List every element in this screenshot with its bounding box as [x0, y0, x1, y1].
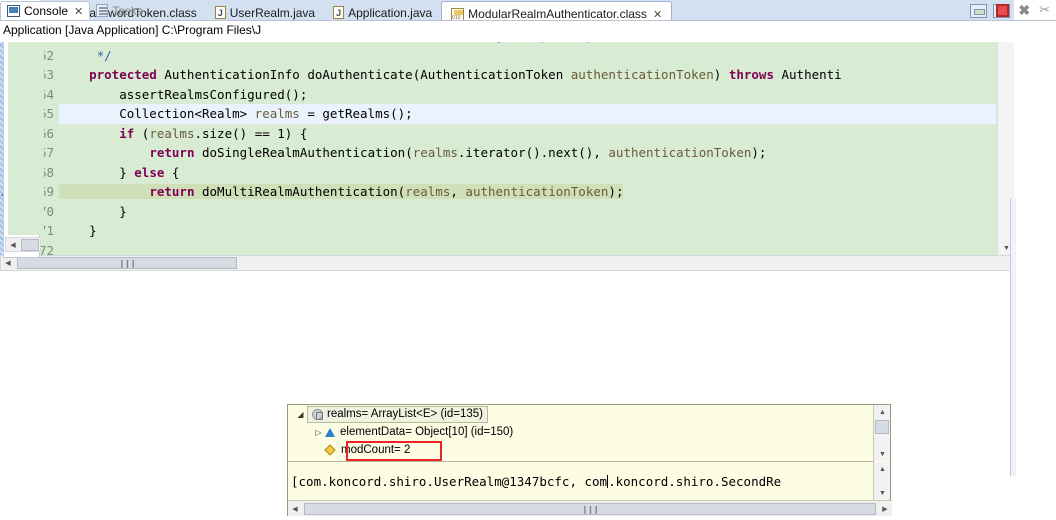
tab-console[interactable]: Console ✕ [0, 1, 91, 20]
code-line: return doSingleRealmAuthentication(realm… [149, 145, 767, 160]
popup-row-elementdata[interactable]: ▷ elementData= Object[10] (id=150) [288, 423, 874, 441]
expand-twisty[interactable]: ▷ [312, 428, 325, 437]
editor-code-lines[interactable]: * for the given principal and credential… [59, 26, 996, 255]
scroll-up-arrow[interactable]: ▲ [874, 462, 891, 476]
console-icon [7, 5, 20, 17]
popup-value-scrollbar[interactable]: ▲ ▼ [873, 462, 890, 500]
popup-row-selected[interactable]: realms= ArrayList<E> (id=135) [307, 405, 488, 423]
popup-row-label: realms= ArrayList<E> (id=135) [327, 408, 483, 420]
code-line: } [59, 203, 127, 219]
collapse-twisty[interactable]: ◢ [294, 410, 307, 419]
outline-code-area [8, 29, 44, 235]
array-icon [325, 427, 335, 437]
code-line: if (realms.size() == 1) { [119, 125, 308, 141]
scroll-thumb[interactable]: ❙❙❙ [304, 502, 876, 515]
outline-horizontal-scrollbar[interactable]: ◀ [5, 237, 41, 252]
close-icon[interactable]: ✕ [74, 5, 83, 18]
outline-content[interactable]: ◀ [3, 22, 44, 258]
code-line: } [59, 223, 97, 238]
code-line: protected AuthenticationInfo doAuthentic… [59, 67, 842, 82]
scroll-thumb[interactable] [875, 420, 889, 434]
code-line: assertRealmsConfigured(); [59, 86, 308, 102]
field-icon [324, 444, 336, 456]
tab-tasks[interactable]: Tasks [90, 1, 149, 20]
console-tab-label: Console [24, 4, 69, 18]
scroll-left-arrow[interactable]: ◀ [288, 502, 302, 516]
scroll-thumb[interactable]: ❙❙❙ [17, 257, 237, 269]
editor-horizontal-scrollbar[interactable]: ◀ ❙❙❙ [0, 255, 1014, 271]
popup-detail-value[interactable]: [com.koncord.shiro.UserRealm@1347bcfc, c… [288, 462, 874, 500]
pin-icon[interactable]: ✂ [1039, 2, 1050, 18]
stop-icon[interactable] [996, 3, 1010, 17]
scroll-left-arrow[interactable]: ◀ [6, 238, 20, 251]
tasks-icon [96, 4, 109, 17]
popup-row-label: modCount= 2 [341, 444, 411, 456]
code-line: return doMultiRealmAuthentication(realms… [59, 182, 996, 202]
scroll-down-arrow[interactable]: ▼ [874, 447, 891, 461]
popup-horizontal-scrollbar[interactable]: ◀ ❙❙❙ ▶ [288, 500, 892, 516]
popup-tree-scrollbar[interactable]: ▲ ▼ [873, 405, 890, 461]
object-icon [312, 408, 323, 420]
code-line: */ [59, 47, 112, 63]
popup-row-label: elementData= Object[10] (id=150) [340, 426, 514, 438]
console-tabstrip[interactable]: Console ✕ Tasks [0, 0, 1010, 20]
popup-variable-tree[interactable]: ◢ realms= ArrayList<E> (id=135) ▷ elemen… [288, 405, 874, 461]
editor-panel-divider [1010, 198, 1016, 476]
console-status-line: Application [Java Application] C:\Progra… [3, 23, 262, 37]
console-toolbar: ✖ ✂ [996, 2, 1050, 18]
scroll-left-arrow[interactable]: ◀ [1, 256, 15, 270]
close-x-icon[interactable]: ✖ [1018, 3, 1030, 17]
scroll-thumb[interactable] [21, 238, 39, 251]
editor-text-area[interactable]: 261 262 263 264 265 266 267 268 ➡ 269 27… [0, 26, 1014, 255]
popup-value-text-before: [com.koncord.shiro.UserRealm@1347bcfc, c… [291, 473, 608, 489]
variable-hover-popup[interactable]: ◢ realms= ArrayList<E> (id=135) ▷ elemen… [287, 404, 892, 516]
popup-value-text-after: .koncord.shiro.SecondRe [608, 473, 782, 489]
scroll-up-arrow[interactable]: ▲ [874, 405, 891, 419]
tasks-tab-label: Tasks [112, 3, 143, 18]
console-output[interactable]: Application [Java Application] C:\Progra… [0, 20, 1056, 42]
popup-row-realms[interactable]: ◢ realms= ArrayList<E> (id=135) [288, 405, 874, 423]
scroll-down-arrow[interactable]: ▼ [874, 486, 891, 500]
code-line: Collection<Realm> realms = getRealms(); [59, 104, 996, 124]
scroll-right-arrow[interactable]: ▶ [878, 502, 892, 516]
code-line: } else { [59, 164, 180, 180]
popup-row-modcount[interactable]: modCount= 2 [288, 441, 874, 459]
